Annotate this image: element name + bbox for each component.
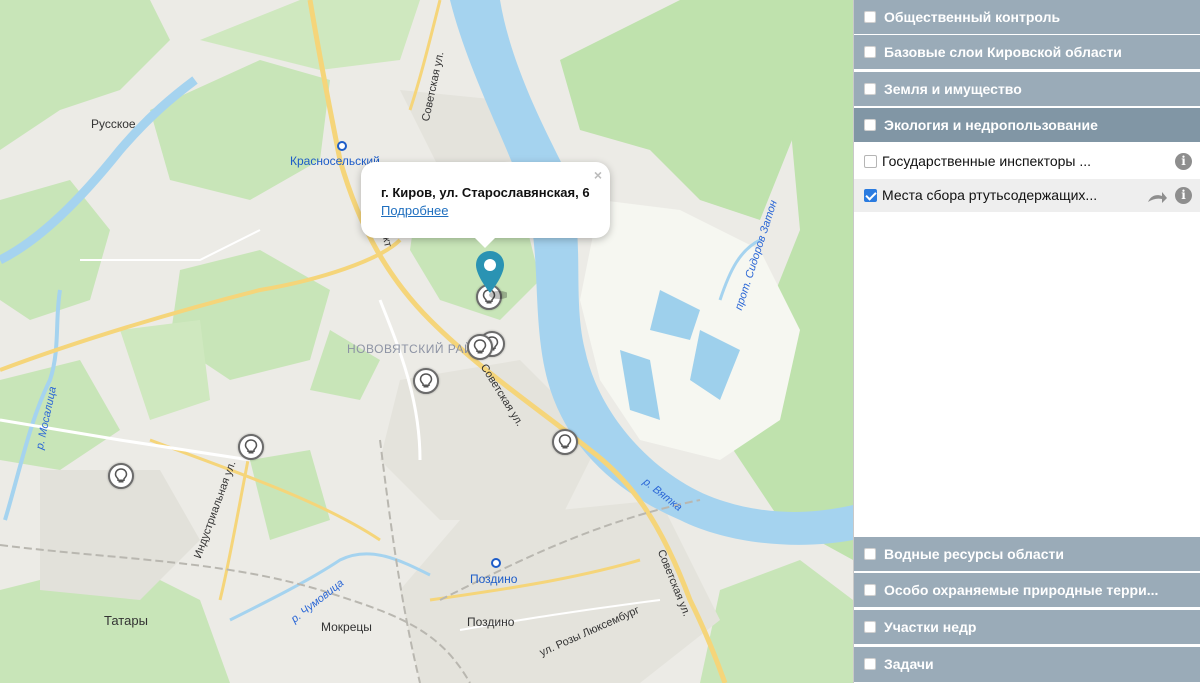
section-base-layers[interactable]: Базовые слои Кировской области (854, 35, 1200, 70)
lightbulb-icon (473, 339, 487, 354)
map-view[interactable]: Русское Красносельский НОВОВЯТСКИЙ РАЙОН… (0, 0, 853, 683)
section-label: Общественный контроль (884, 9, 1061, 25)
station-label-pozdino: Поздино (470, 572, 518, 586)
layer-item-inspectors[interactable]: Государственные инспекторы ... i (854, 145, 1200, 178)
section-water-resources[interactable]: Водные ресурсы области (854, 537, 1200, 572)
place-label-mokrecy: Мокрецы (321, 620, 372, 634)
section-checkbox[interactable] (864, 46, 876, 58)
section-checkbox[interactable] (864, 584, 876, 596)
section-checkbox[interactable] (864, 621, 876, 633)
layers-panel: Общественный контроль Базовые слои Киров… (853, 0, 1200, 683)
lightbulb-icon (114, 468, 128, 483)
section-label: Особо охраняемые природные терри... (884, 582, 1159, 598)
section-label: Задачи (884, 656, 934, 672)
section-protected-areas[interactable]: Особо охраняемые природные терри... (854, 573, 1200, 608)
section-ecology[interactable]: Экология и недропользование (854, 108, 1200, 143)
popup-details-link[interactable]: Подробнее (381, 203, 448, 218)
layer-item-mercury-collection[interactable]: Места сбора ртутьсодержащих... i (854, 179, 1200, 212)
district-label: НОВОВЯТСКИЙ РАЙОН (347, 342, 493, 356)
section-label: Участки недр (884, 619, 977, 635)
section-checkbox[interactable] (864, 119, 876, 131)
lightbulb-icon (244, 439, 258, 454)
zoom-to-layer-arrow-icon[interactable] (1147, 190, 1167, 204)
layer-checkbox[interactable] (864, 189, 877, 202)
lightbulb-icon (558, 434, 572, 449)
popup-close-button[interactable]: × (594, 167, 602, 183)
section-label: Водные ресурсы области (884, 546, 1064, 562)
layer-label: Государственные инспекторы ... (882, 153, 1092, 169)
section-label: Экология и недропользование (884, 117, 1098, 133)
section-subsoil-plots[interactable]: Участки недр (854, 610, 1200, 645)
info-icon[interactable]: i (1175, 187, 1192, 204)
lightbulb-icon (419, 373, 433, 388)
section-label: Земля и имущество (884, 81, 1022, 97)
place-label-tatary: Татары (104, 613, 148, 628)
layer-label: Места сбора ртутьсодержащих... (882, 187, 1098, 203)
location-pin-icon[interactable] (473, 249, 507, 303)
section-public-control[interactable]: Общественный контроль (854, 0, 1200, 35)
place-label-russkoe: Русское (91, 117, 136, 131)
section-checkbox[interactable] (864, 548, 876, 560)
place-label-pozdino: Поздино (467, 615, 515, 629)
section-checkbox[interactable] (864, 658, 876, 670)
section-label: Базовые слои Кировской области (884, 44, 1122, 60)
collection-point-marker[interactable] (413, 368, 439, 394)
collection-point-marker[interactable] (238, 434, 264, 460)
section-checkbox[interactable] (864, 11, 876, 23)
collection-point-marker[interactable] (467, 334, 493, 360)
location-popup: × г. Киров, ул. Старославянская, 6 Подро… (361, 162, 610, 248)
collection-point-marker[interactable] (552, 429, 578, 455)
popup-address: г. Киров, ул. Старославянская, 6 (381, 185, 590, 200)
layer-checkbox[interactable] (864, 155, 877, 168)
collection-point-marker[interactable] (108, 463, 134, 489)
info-icon[interactable]: i (1175, 153, 1192, 170)
section-tasks[interactable]: Задачи (854, 647, 1200, 683)
section-land-property[interactable]: Земля и имущество (854, 72, 1200, 107)
section-checkbox[interactable] (864, 83, 876, 95)
